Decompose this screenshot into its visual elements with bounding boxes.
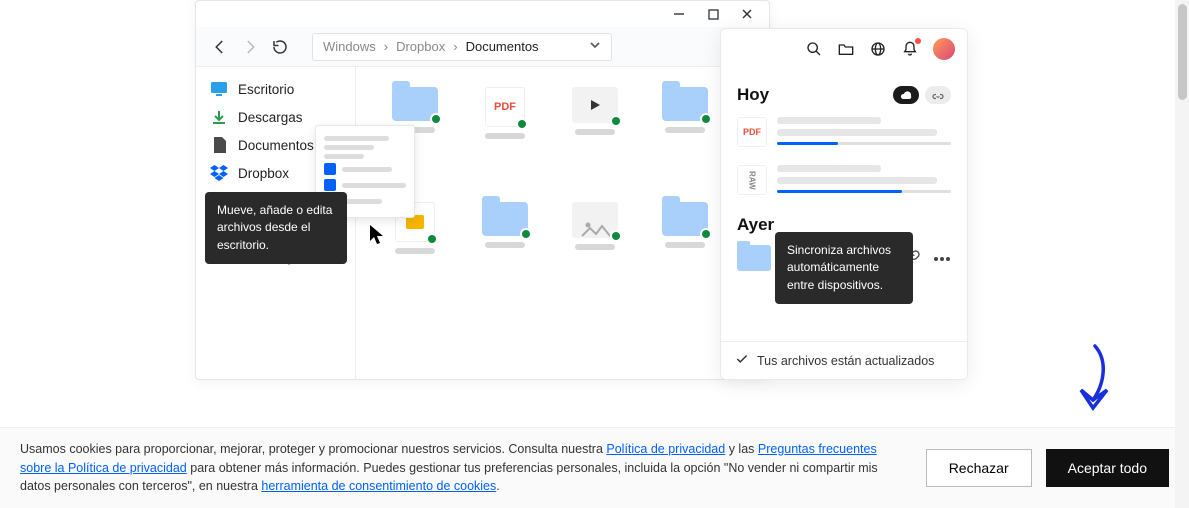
cursor-icon <box>370 225 386 250</box>
sync-badge-icon <box>426 233 438 245</box>
sidebar-item-label: Dropbox <box>238 166 289 181</box>
avatar[interactable] <box>933 38 955 60</box>
sync-badge-icon <box>610 230 622 242</box>
view-toggle[interactable] <box>893 86 951 104</box>
tooltip-sync: Sincroniza archivos automáticamente entr… <box>775 232 913 304</box>
breadcrumb-part: Windows <box>323 39 376 54</box>
section-title-yesterday: Ayer <box>737 215 774 235</box>
refresh-icon[interactable] <box>270 37 290 57</box>
file-grid-area: PDF <box>356 67 769 379</box>
sync-status-footer: Tus archivos están actualizados <box>721 341 967 379</box>
sync-item[interactable]: PDF <box>737 117 951 147</box>
desktop-icon <box>210 80 228 98</box>
chevron-down-icon[interactable] <box>589 39 601 54</box>
more-icon[interactable] <box>933 249 951 267</box>
privacy-policy-link[interactable]: Política de privacidad <box>606 442 725 456</box>
sync-badge-icon <box>516 118 528 130</box>
annotation-arrow-icon <box>1075 342 1115 422</box>
dropbox-sync-panel: Hoy PDF RAW <box>720 28 968 380</box>
dropbox-icon <box>210 164 228 182</box>
cookie-consent-tool-link[interactable]: herramienta de consentimiento de cookies <box>261 479 496 493</box>
pdf-label: PDF <box>494 101 516 113</box>
dropbox-icon <box>324 179 336 191</box>
sync-badge-icon <box>700 113 712 125</box>
section-title-today: Hoy <box>737 85 769 105</box>
back-icon[interactable] <box>210 37 230 57</box>
breadcrumb[interactable]: Windows › Dropbox › Documentos <box>312 33 612 61</box>
sidebar-item-label: Escritorio <box>238 82 294 97</box>
reject-button[interactable]: Rechazar <box>926 449 1032 487</box>
sidebar-item-label: Descargas <box>238 110 303 125</box>
cookie-banner: Usamos cookies para proporcionar, mejora… <box>0 427 1189 508</box>
chevron-right-icon: › <box>453 39 457 54</box>
navigation-toolbar: Windows › Dropbox › Documentos <box>196 27 769 67</box>
sync-badge-icon <box>700 228 712 240</box>
sync-panel-header <box>721 29 967 69</box>
sync-badge-icon <box>610 115 622 127</box>
download-icon <box>210 108 228 126</box>
sync-badge-icon <box>430 113 442 125</box>
scrollbar-thumb[interactable] <box>1178 4 1187 100</box>
breadcrumb-part: Dropbox <box>396 39 445 54</box>
file-explorer-window: Windows › Dropbox › Documentos Escritori… <box>195 0 770 380</box>
forward-icon[interactable] <box>240 37 260 57</box>
tooltip-explorer: Mueve, añade o edita archivos desde el e… <box>205 192 347 264</box>
chevron-right-icon: › <box>384 39 388 54</box>
sync-status-text: Tus archivos están actualizados <box>757 354 934 368</box>
tooltip-text: Mueve, añade o edita archivos desde el e… <box>217 203 332 252</box>
cloud-icon[interactable] <box>893 86 919 104</box>
close-icon[interactable] <box>741 8 753 20</box>
sidebar-item-desktop[interactable]: Escritorio <box>196 75 355 103</box>
tooltip-text: Sincroniza archivos automáticamente entr… <box>787 243 891 292</box>
scrollbar-track[interactable] <box>1175 0 1189 508</box>
pdf-thumbnail: PDF <box>737 117 767 147</box>
sync-badge-icon <box>520 228 532 240</box>
progress-bar <box>777 142 951 145</box>
folder-item[interactable] <box>650 202 720 277</box>
search-icon[interactable] <box>805 40 823 58</box>
window-titlebar <box>196 1 769 27</box>
globe-icon[interactable] <box>869 40 887 58</box>
folder-icon <box>737 245 771 271</box>
video-file-item[interactable] <box>560 87 630 162</box>
image-file-item[interactable] <box>560 202 630 277</box>
folder-item[interactable] <box>470 202 540 277</box>
progress-bar <box>777 190 951 193</box>
raw-thumbnail: RAW <box>737 165 767 195</box>
sidebar-item-label: Documentos <box>238 138 314 153</box>
accept-all-button[interactable]: Aceptar todo <box>1046 449 1169 487</box>
breadcrumb-current: Documentos <box>466 39 539 54</box>
minimize-icon[interactable] <box>673 8 685 20</box>
link-icon[interactable] <box>925 86 951 104</box>
notification-icon[interactable] <box>901 40 919 58</box>
folder-icon[interactable] <box>837 40 855 58</box>
cookie-text: Usamos cookies para proporcionar, mejora… <box>20 440 900 496</box>
check-icon <box>735 352 749 369</box>
maximize-icon[interactable] <box>707 8 719 20</box>
document-icon <box>210 136 228 154</box>
sync-item[interactable]: RAW <box>737 165 951 195</box>
folder-item[interactable] <box>650 87 720 162</box>
dropbox-icon <box>324 163 336 175</box>
pdf-file-item[interactable]: PDF <box>470 87 540 162</box>
